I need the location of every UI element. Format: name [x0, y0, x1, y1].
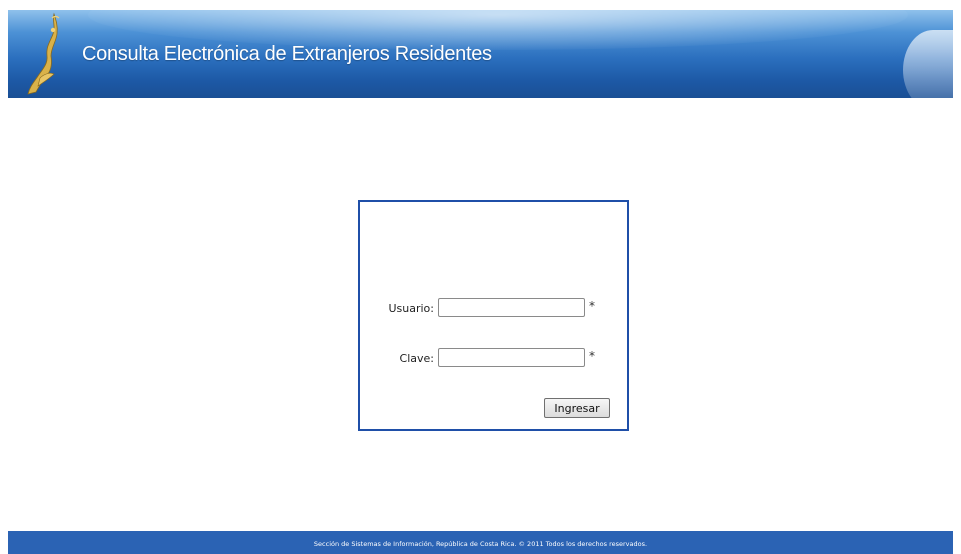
- footer-copyright: Sección de Sistemas de Información, Repú…: [313, 540, 648, 548]
- footer: Sección de Sistemas de Información, Repú…: [8, 531, 953, 554]
- username-input[interactable]: [438, 298, 585, 317]
- header-wave-decoration: [903, 30, 953, 98]
- password-label: Clave:: [399, 352, 434, 365]
- app-title: Consulta Electrónica de Extranjeros Resi…: [82, 43, 492, 65]
- login-submit-button[interactable]: Ingresar: [544, 398, 610, 418]
- golden-statue-logo-icon: [27, 12, 60, 95]
- username-row: Usuario: *: [360, 298, 627, 320]
- password-row: Clave: *: [360, 348, 627, 370]
- password-required-marker: *: [589, 349, 595, 363]
- username-label: Usuario:: [388, 302, 434, 315]
- login-form: Usuario: * Clave: * Ingresar: [358, 200, 629, 431]
- password-input[interactable]: [438, 348, 585, 367]
- username-required-marker: *: [589, 299, 595, 313]
- header-banner: Consulta Electrónica de Extranjeros Resi…: [8, 10, 953, 98]
